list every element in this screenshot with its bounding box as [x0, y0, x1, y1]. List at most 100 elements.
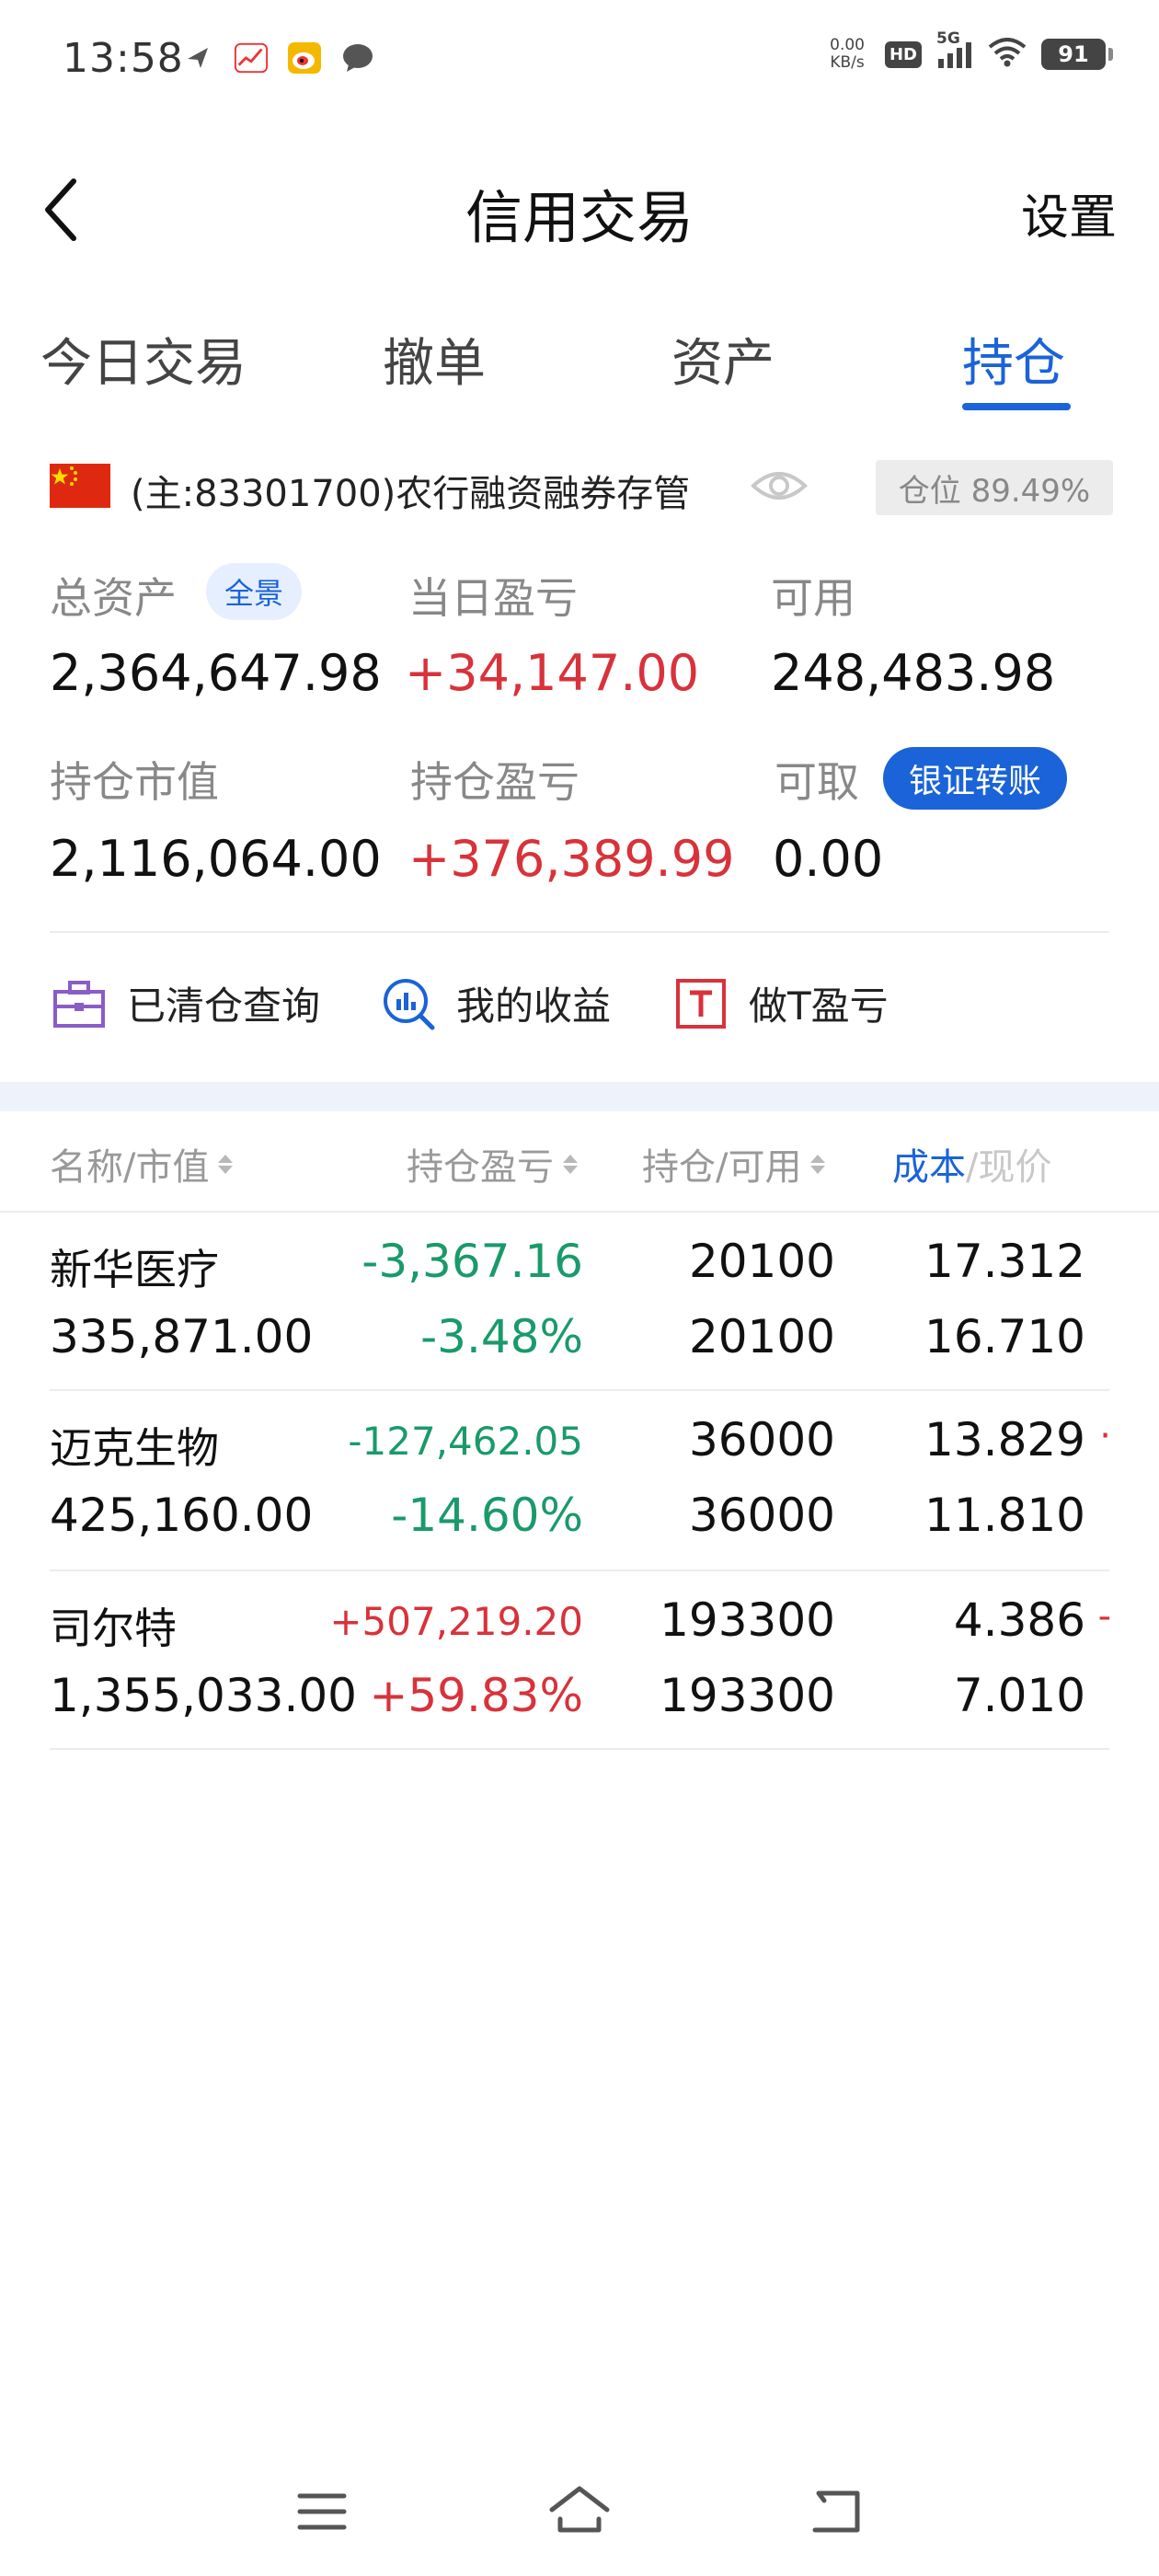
market-value: 1,355,033.00 — [50, 1669, 357, 1722]
tab-bar: 今日交易 撤单 资产 持仓 — [0, 322, 1159, 414]
market-value: 335,871.00 — [50, 1310, 314, 1363]
position-pl: +507,219.20 — [329, 1599, 583, 1644]
position-pl-label: 持仓盈亏 — [410, 757, 580, 807]
stock-app-icon — [234, 40, 269, 75]
chart-search-icon — [381, 976, 436, 1031]
briefcase-icon — [52, 976, 107, 1031]
home-icon — [549, 2486, 610, 2533]
cost-price: 4.386 — [953, 1593, 1085, 1647]
position-qty: 193300 — [660, 1593, 835, 1647]
sort-icon — [563, 1154, 578, 1174]
col-header-pl[interactable]: 持仓盈亏 — [407, 1137, 578, 1190]
active-tab-indicator — [962, 403, 1071, 410]
tab-cancel-order[interactable]: 撤单 — [383, 322, 486, 397]
withdrawable-value: 0.00 — [773, 830, 884, 888]
position-pl-value: +376,389.99 — [408, 830, 735, 888]
panorama-tag[interactable]: 全景 — [206, 563, 303, 620]
col-header-qty[interactable]: 持仓/可用 — [642, 1137, 826, 1190]
divider — [50, 931, 1109, 933]
available-label: 可用 — [771, 573, 855, 623]
stock-name: 司尔特 — [50, 1604, 177, 1653]
sort-icon — [810, 1154, 826, 1174]
table-row[interactable]: 司尔特 +507,219.20 193300 4.386 - 1,355,033… — [0, 1571, 1159, 1750]
position-pl-pct: -3.48% — [420, 1310, 583, 1363]
available-value: 248,483.98 — [771, 644, 1056, 702]
available-qty: 20100 — [688, 1310, 835, 1363]
tab-positions[interactable]: 持仓 — [962, 322, 1065, 397]
network-type: 5G — [936, 29, 960, 48]
col-header-name-label: 名称/市值 — [50, 1146, 210, 1189]
total-assets-value: 2,364,647.98 — [50, 644, 382, 702]
t-box-icon — [673, 976, 729, 1031]
daily-pl-value: +34,147.00 — [405, 644, 700, 702]
col-header-cost[interactable]: 成本/现价 — [892, 1137, 1051, 1190]
trend-marker: - — [1097, 1595, 1111, 1638]
trend-marker: · — [1099, 1415, 1111, 1457]
notification-icons — [180, 40, 375, 75]
battery-icon: 91 — [1041, 39, 1113, 70]
sort-icon — [218, 1154, 234, 1174]
withdrawable-label: 可取 — [775, 757, 859, 807]
system-navigation-bar — [0, 2475, 1159, 2548]
col-header-name[interactable]: 名称/市值 — [50, 1137, 234, 1190]
net-speed-unit: KB/s — [830, 53, 865, 72]
position-ratio-badge: 仓位 89.49% — [876, 460, 1113, 515]
net-speed-value: 0.00 — [830, 36, 865, 54]
return-icon — [812, 2490, 860, 2533]
back-nav-button[interactable] — [800, 2475, 874, 2548]
tab-today-trades[interactable]: 今日交易 — [40, 322, 247, 397]
cleared-positions-label: 已清仓查询 — [127, 983, 321, 1029]
system-indicators: 0.00 KB/s HD 5G 91 — [830, 29, 1113, 72]
position-qty: 20100 — [688, 1235, 835, 1288]
cost-price: 13.829 — [924, 1413, 1085, 1466]
position-pl-pct: -14.60% — [391, 1489, 583, 1542]
wifi-icon — [988, 38, 1027, 71]
position-pl: -127,462.05 — [348, 1419, 583, 1464]
tab-assets[interactable]: 资产 — [671, 322, 775, 397]
bank-transfer-button[interactable]: 银证转账 — [883, 747, 1068, 810]
status-time: 13:58 — [63, 35, 184, 82]
table-row[interactable]: 新华医疗 -3,367.16 20100 17.312 335,871.00 -… — [0, 1213, 1159, 1391]
col-header-cost-label: 成本 — [892, 1146, 966, 1189]
available-qty: 36000 — [688, 1489, 835, 1542]
daily-pl-label: 当日盈亏 — [408, 573, 578, 623]
market-value-label: 持仓市值 — [50, 757, 219, 807]
market-value: 2,116,064.00 — [50, 830, 382, 888]
col-header-pl-label: 持仓盈亏 — [407, 1146, 554, 1189]
home-button[interactable] — [543, 2475, 616, 2548]
my-earnings-button[interactable]: 我的收益 — [381, 975, 611, 1031]
position-pl: -3,367.16 — [361, 1235, 583, 1288]
account-row[interactable]: (主:83301700)农行融资融券存管 仓位 89.49% — [50, 460, 1113, 519]
current-price: 11.810 — [924, 1489, 1085, 1542]
divider — [50, 1748, 1109, 1750]
net-speed: 0.00 KB/s — [830, 37, 865, 72]
status-bar: 13:58 0.00 KB/s HD 5G 91 — [0, 0, 1159, 120]
hd-badge: HD — [884, 40, 922, 68]
current-price: 16.710 — [924, 1310, 1085, 1363]
account-name: (主:83301700)农行融资融券存管 — [131, 473, 691, 515]
table-row[interactable]: 迈克生物 -127,462.05 36000 13.829 · 425,160.… — [0, 1391, 1159, 1570]
stock-name: 新华医疗 — [50, 1245, 219, 1294]
menu-icon — [297, 2493, 347, 2530]
col-header-qty-label: 持仓/可用 — [642, 1146, 802, 1189]
weibo-icon — [287, 40, 322, 75]
available-qty: 193300 — [660, 1669, 835, 1722]
total-assets-label: 总资产 — [50, 573, 177, 623]
settings-button[interactable]: 设置 — [1021, 178, 1117, 247]
cost-price: 17.312 — [924, 1235, 1085, 1288]
day-trade-pl-button[interactable]: 做T盈亏 — [673, 975, 889, 1031]
stock-name: 迈克生物 — [50, 1423, 219, 1473]
col-header-price-label: /现价 — [966, 1146, 1052, 1189]
signal-icon: 5G — [936, 29, 973, 70]
current-price: 7.010 — [953, 1669, 1085, 1722]
my-earnings-label: 我的收益 — [456, 983, 612, 1029]
market-value: 425,160.00 — [50, 1489, 314, 1542]
cleared-positions-button[interactable]: 已清仓查询 — [52, 975, 320, 1031]
message-icon — [340, 40, 375, 75]
send-icon — [180, 40, 215, 75]
eye-icon[interactable] — [751, 462, 808, 513]
china-flag-icon — [50, 464, 110, 508]
menu-button[interactable] — [285, 2475, 359, 2548]
page-title: 信用交易 — [465, 184, 694, 251]
section-separator — [0, 1082, 1159, 1111]
